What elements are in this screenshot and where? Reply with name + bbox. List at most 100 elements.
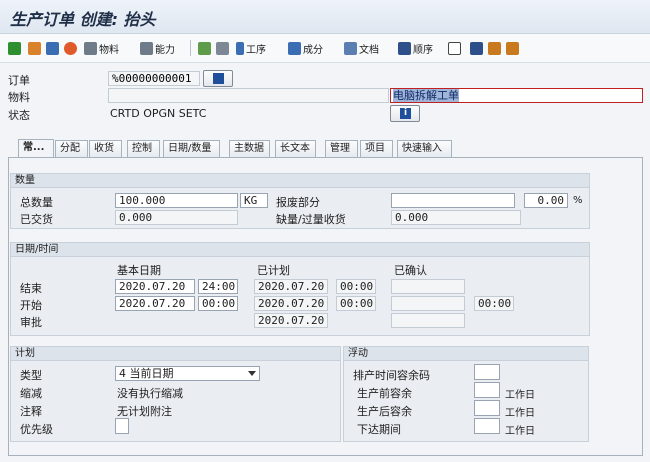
priority-field[interactable]	[115, 418, 129, 434]
status-label: 状态	[8, 109, 30, 122]
operation-button-label: 工序	[246, 44, 266, 56]
pencil-icon	[213, 73, 224, 84]
float-after-unit: 工作日	[505, 408, 535, 419]
tab-general[interactable]: 常...	[18, 139, 54, 157]
note-label: 注释	[20, 405, 42, 418]
component-icon	[288, 41, 301, 55]
finish-scheduled-date-field: 2020.07.20	[254, 279, 328, 294]
col-scheduled: 已计划	[257, 264, 290, 277]
material-icon	[84, 41, 97, 55]
start-basic-date-field[interactable]: 2020.07.20	[115, 296, 195, 311]
tree-icon	[488, 41, 501, 55]
document-button[interactable]: 文档	[344, 39, 379, 57]
float-after-field[interactable]	[474, 400, 500, 416]
table-button[interactable]	[470, 39, 483, 57]
finish-basic-date-field[interactable]: 2020.07.20	[115, 279, 195, 294]
short-excess-label: 缺量/过量收货	[276, 213, 346, 226]
cube-button[interactable]	[448, 39, 461, 57]
priority-label: 优先级	[20, 423, 53, 436]
material-button-label: 物料	[99, 44, 119, 56]
hierarchy-icon	[198, 41, 211, 55]
cube-icon	[448, 41, 461, 55]
window-title: 生产订单 创建: 抬头	[10, 10, 156, 29]
tab-control[interactable]: 控制	[127, 140, 160, 157]
order-field: %00000000001	[108, 71, 200, 86]
scrap-label: 报废部分	[276, 196, 320, 209]
sequence-button-label: 顺序	[413, 44, 433, 56]
info-icon: i	[400, 108, 411, 119]
tab-dates-quantities[interactable]: 日期/数量	[163, 140, 220, 157]
header-overview-button[interactable]	[28, 39, 41, 57]
document-button-label: 文档	[359, 44, 379, 56]
tab-quick-entry[interactable]: 快速输入	[397, 140, 452, 157]
finish-basic-time-field[interactable]: 24:00	[198, 279, 238, 294]
release-period-field[interactable]	[474, 418, 500, 434]
release-period-unit: 工作日	[505, 426, 535, 437]
start-label: 开始	[20, 299, 42, 312]
org-button[interactable]	[506, 39, 519, 57]
document-overview-icon	[28, 41, 41, 55]
start-confirmed-date-field	[391, 296, 465, 311]
material-description-field[interactable]: 电脑拆解工单	[390, 88, 643, 103]
tab-project[interactable]: 项目	[360, 140, 393, 157]
delivered-field: 0.000	[115, 210, 238, 225]
tab-master-data[interactable]: 主数据	[229, 140, 270, 157]
toolbar-separator	[190, 40, 191, 56]
finish-confirmed-date-field	[391, 279, 465, 294]
status-value: CRTD OPGN SETC	[110, 107, 207, 120]
tab-administration[interactable]: 管理	[325, 140, 358, 157]
table-icon	[470, 41, 483, 55]
total-quantity-field[interactable]: 100.000	[115, 193, 238, 208]
short-excess-field: 0.000	[391, 210, 521, 225]
sequence-button[interactable]: 顺序	[398, 39, 433, 57]
print-button[interactable]	[216, 39, 229, 57]
hierarchy-button[interactable]	[198, 39, 211, 57]
component-button[interactable]: 成分	[288, 39, 323, 57]
scrap-percent-field[interactable]: 0.00	[524, 193, 568, 208]
list-button[interactable]	[46, 39, 59, 57]
material-field[interactable]	[108, 88, 389, 103]
tab-goods-receipt[interactable]: 收货	[89, 140, 122, 157]
tab-assignment[interactable]: 分配	[55, 140, 88, 157]
float-before-field[interactable]	[474, 382, 500, 398]
capacity-button[interactable]: 能力	[140, 39, 175, 57]
capacity-button-label: 能力	[155, 44, 175, 56]
float-group-title: 浮动	[344, 347, 588, 361]
quantity-group-title: 数量	[11, 174, 589, 188]
finish-label: 结束	[20, 282, 42, 295]
sched-margin-field[interactable]	[474, 364, 500, 380]
tree-button[interactable]	[488, 39, 501, 57]
scrap-field[interactable]	[391, 193, 515, 208]
tab-long-text[interactable]: 长文本	[275, 140, 316, 157]
chevron-down-icon	[248, 371, 256, 376]
component-button-label: 成分	[303, 44, 323, 56]
start-basic-time-field[interactable]: 00:00	[198, 296, 238, 311]
operation-button[interactable]: 工序	[236, 39, 266, 57]
col-confirmed: 已确认	[394, 264, 427, 277]
type-label: 类型	[20, 369, 42, 382]
title-bar: 生产订单 创建: 抬头	[0, 0, 650, 34]
total-quantity-label: 总数量	[20, 196, 53, 209]
status-button[interactable]	[64, 39, 77, 57]
release-scheduled-date-field: 2020.07.20	[254, 313, 328, 328]
start-scheduled-time-field: 00:00	[336, 296, 376, 311]
flag-icon	[8, 41, 21, 55]
dates-group-title: 日期/时间	[11, 243, 589, 257]
col-basic-date: 基本日期	[117, 264, 161, 277]
type-dropdown[interactable]: 4 当前日期	[115, 366, 260, 381]
status-info-button[interactable]: i	[390, 105, 420, 122]
order-label: 订单	[8, 74, 30, 87]
reduction-value: 没有执行缩减	[117, 387, 183, 400]
delivered-label: 已交货	[20, 213, 53, 226]
list-icon	[46, 41, 59, 55]
note-value: 无计划附注	[117, 405, 172, 418]
type-dropdown-value: 4 当前日期	[119, 367, 174, 380]
release-period-label: 下达期间	[357, 423, 401, 436]
start-confirmed-time-field: 00:00	[474, 296, 514, 311]
flag-button[interactable]	[8, 39, 21, 57]
edit-order-button[interactable]	[203, 70, 233, 87]
unit-field[interactable]: KG	[240, 193, 268, 208]
status-circle-icon	[64, 41, 77, 55]
reduction-label: 缩减	[20, 387, 42, 400]
material-button[interactable]: 物料	[84, 39, 119, 57]
